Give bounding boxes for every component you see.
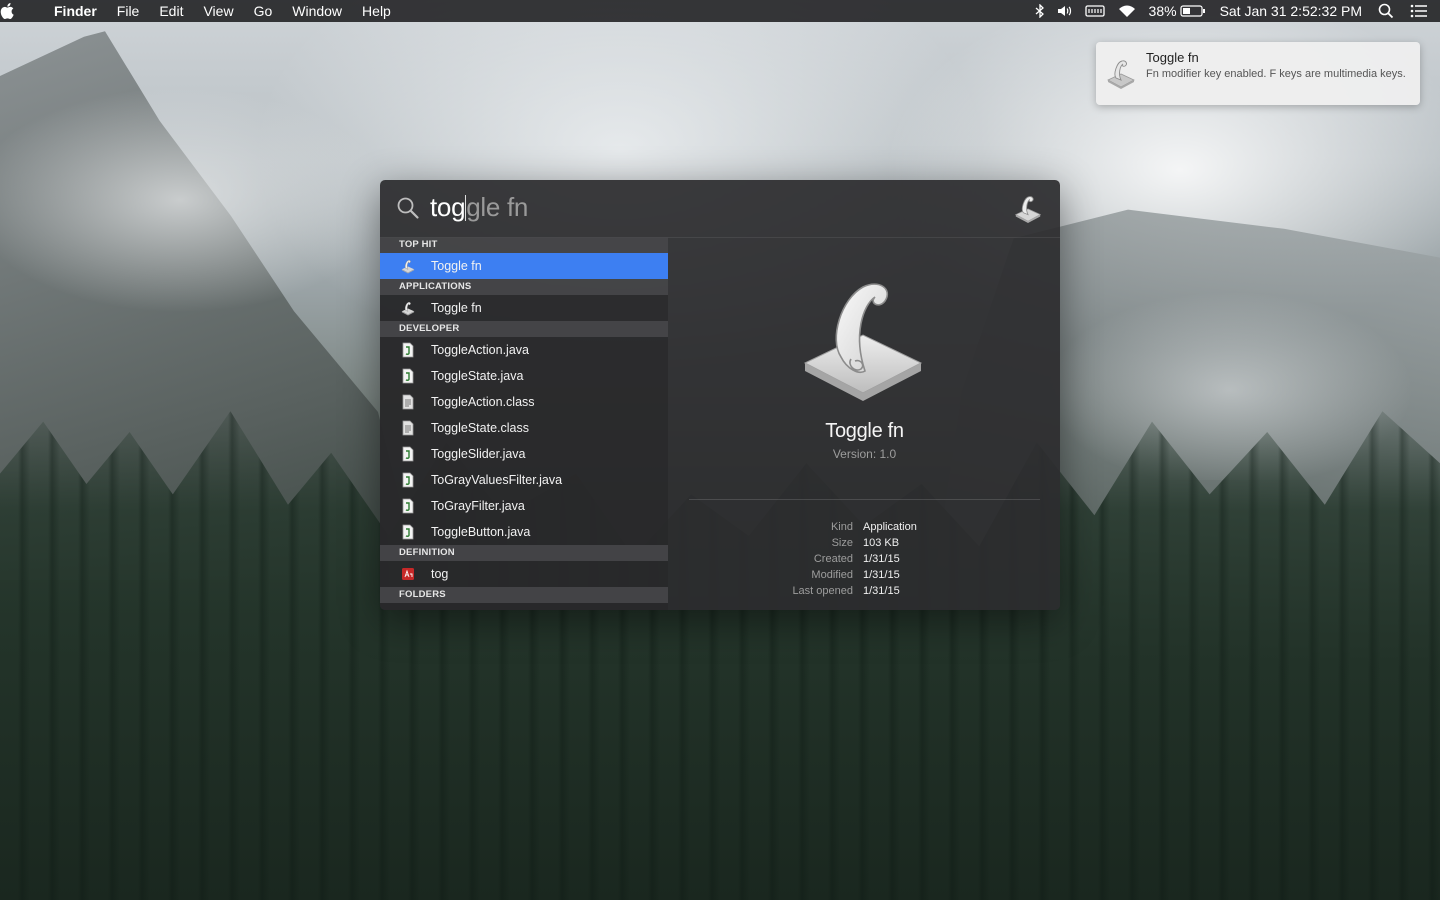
result-row[interactable]: ToggleButton.java bbox=[380, 519, 668, 545]
query-autocomplete-text: gle fn bbox=[466, 192, 529, 222]
notification-banner[interactable]: Toggle fn Fn modifier key enabled. F key… bbox=[1096, 42, 1420, 105]
java-file-icon bbox=[400, 342, 416, 358]
result-label: ToggleState.class bbox=[431, 421, 529, 435]
metadata-key: Size bbox=[831, 537, 853, 549]
metadata-key: Last opened bbox=[792, 585, 853, 597]
wifi-icon[interactable] bbox=[1111, 0, 1143, 22]
spotlight-results-list: TOP HIT Toggle fn APPLICATIONS Toggle fn… bbox=[380, 237, 668, 610]
script-app-icon bbox=[1106, 56, 1136, 90]
result-row[interactable]: Toggle fn bbox=[380, 295, 668, 321]
menu-go[interactable]: Go bbox=[244, 0, 283, 22]
result-label: ToGrayValuesFilter.java bbox=[431, 473, 563, 487]
preview-version: Version: 1.0 bbox=[832, 447, 897, 461]
bluetooth-icon[interactable] bbox=[1029, 0, 1051, 22]
metadata-row-last-opened: Last opened 1/31/15 bbox=[669, 583, 1060, 599]
spotlight-window: toggle fn TOP HIT Toggle fn APPLICATIONS… bbox=[380, 180, 1060, 610]
dictionary-icon bbox=[400, 566, 416, 582]
result-label: ToggleAction.class bbox=[431, 395, 535, 409]
metadata-value: Application bbox=[863, 521, 917, 533]
result-row[interactable]: tog bbox=[380, 561, 668, 587]
clock[interactable]: Sat Jan 31 2:52:32 PM bbox=[1212, 0, 1372, 22]
script-app-icon bbox=[801, 279, 925, 409]
battery-percent[interactable]: 38% bbox=[1143, 0, 1180, 22]
search-icon bbox=[396, 196, 420, 220]
keyboard-icon[interactable] bbox=[1079, 0, 1111, 22]
metadata-value: 1/31/15 bbox=[863, 585, 900, 597]
menu-bar: Finder File Edit View Go Window Help 38%… bbox=[0, 0, 1440, 22]
java-file-icon bbox=[400, 472, 416, 488]
metadata-row-created: Created 1/31/15 bbox=[669, 551, 1060, 567]
spotlight-search-input[interactable]: toggle fn bbox=[430, 192, 528, 223]
preview-metadata: Kind Application Size 103 KB Created 1/3… bbox=[669, 519, 1060, 599]
metadata-value: 1/31/15 bbox=[863, 553, 900, 565]
metadata-row-modified: Modified 1/31/15 bbox=[669, 567, 1060, 583]
menu-help[interactable]: Help bbox=[352, 0, 401, 22]
result-row[interactable]: ToggleSlider.java bbox=[380, 441, 668, 467]
apple-icon[interactable] bbox=[0, 3, 52, 19]
metadata-value: 1/31/15 bbox=[863, 569, 900, 581]
result-label: tog bbox=[431, 567, 449, 581]
result-label: ToggleState.java bbox=[431, 369, 524, 383]
menu-view[interactable]: View bbox=[193, 0, 243, 22]
result-label: ToggleSlider.java bbox=[431, 447, 526, 461]
result-label: ToGrayFilter.java bbox=[431, 499, 525, 513]
result-label: ToggleAction.java bbox=[431, 343, 529, 357]
java-file-icon bbox=[400, 498, 416, 514]
notification-title: Toggle fn bbox=[1146, 50, 1199, 65]
script-app-icon bbox=[400, 300, 416, 316]
result-row[interactable]: ToggleState.class bbox=[380, 415, 668, 441]
result-label: Toggle fn bbox=[431, 301, 482, 315]
menu-app-finder[interactable]: Finder bbox=[52, 0, 107, 22]
class-file-icon bbox=[400, 420, 416, 436]
spotlight-search-bar[interactable]: toggle fn bbox=[380, 180, 1060, 238]
java-file-icon bbox=[400, 368, 416, 384]
script-app-icon bbox=[1012, 192, 1044, 224]
class-file-icon bbox=[400, 394, 416, 410]
script-app-icon bbox=[400, 258, 416, 274]
spotlight-search-icon[interactable] bbox=[1372, 0, 1400, 22]
result-row[interactable]: ToGrayFilter.java bbox=[380, 493, 668, 519]
result-row[interactable]: ToggleAction.java bbox=[380, 337, 668, 363]
metadata-key: Modified bbox=[811, 569, 853, 581]
metadata-key: Created bbox=[813, 553, 853, 565]
notification-center-icon[interactable] bbox=[1400, 0, 1440, 22]
volume-icon[interactable] bbox=[1051, 0, 1079, 22]
metadata-value: 103 KB bbox=[863, 537, 900, 549]
spotlight-preview-pane: Toggle fn Version: 1.0 Kind Application … bbox=[669, 237, 1060, 610]
section-header-definition: DEFINITION bbox=[380, 545, 668, 561]
section-header-folders: FOLDERS bbox=[380, 587, 668, 603]
section-header-top-hit: TOP HIT bbox=[380, 237, 668, 253]
java-file-icon bbox=[400, 446, 416, 462]
java-file-icon bbox=[400, 524, 416, 540]
metadata-key: Kind bbox=[830, 521, 853, 533]
menu-file[interactable]: File bbox=[107, 0, 150, 22]
section-header-applications: APPLICATIONS bbox=[380, 279, 668, 295]
result-row[interactable]: ToGrayValuesFilter.java bbox=[380, 467, 668, 493]
battery-icon[interactable] bbox=[1179, 0, 1212, 22]
result-row[interactable]: ToggleState.java bbox=[380, 363, 668, 389]
section-header-developer: DEVELOPER bbox=[380, 321, 668, 337]
preview-title: Toggle fn bbox=[825, 420, 904, 442]
result-label: Toggle fn bbox=[431, 259, 482, 273]
metadata-row-size: Size 103 KB bbox=[669, 535, 1060, 551]
menu-edit[interactable]: Edit bbox=[149, 0, 193, 22]
menu-window[interactable]: Window bbox=[282, 0, 352, 22]
result-row[interactable]: ToggleAction.class bbox=[380, 389, 668, 415]
result-label: ToggleButton.java bbox=[431, 525, 531, 539]
notification-body: Fn modifier key enabled. F keys are mult… bbox=[1146, 68, 1406, 80]
result-row[interactable]: Toggle fn bbox=[380, 253, 668, 279]
query-typed-text: tog bbox=[430, 192, 466, 222]
metadata-row-kind: Kind Application bbox=[669, 519, 1060, 535]
preview-divider bbox=[689, 499, 1040, 500]
